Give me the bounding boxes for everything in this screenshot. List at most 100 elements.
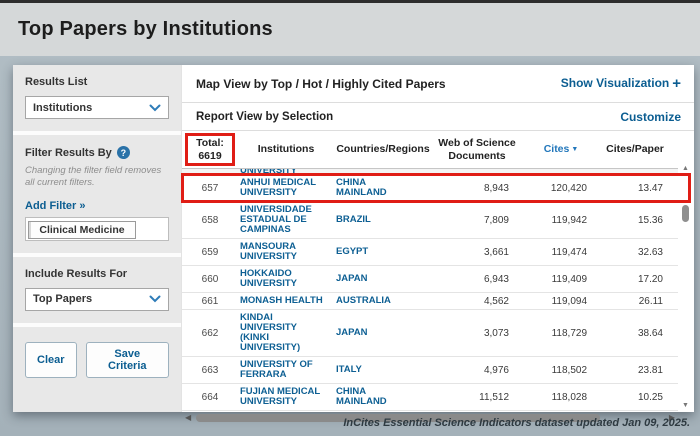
title-band: Top Papers by Institutions	[0, 3, 700, 56]
cites-cell: 119,409	[522, 274, 600, 285]
active-filter-chip[interactable]: Clinical Medicine	[28, 221, 136, 239]
plus-icon: +	[672, 75, 681, 92]
filter-field[interactable]: Clinical Medicine	[25, 217, 169, 241]
results-table: Total: 6619 Institutions Countries/Regio…	[182, 131, 694, 425]
cites-per-paper-cell: 38.64	[600, 328, 670, 339]
page-title: Top Papers by Institutions	[18, 18, 273, 41]
country-link[interactable]: JAPAN	[334, 327, 414, 339]
institution-link[interactable]: MANSOURA UNIVERSITY	[238, 241, 334, 263]
scroll-up-icon[interactable]: ▲	[682, 165, 689, 172]
cites-cell: 118,729	[522, 328, 600, 339]
table-row[interactable]: 658 UNIVERSIDADE ESTADUAL DE CAMPINAS BR…	[182, 202, 678, 239]
cites-cell: 118,502	[522, 365, 600, 376]
cites-per-paper-cell: 15.36	[600, 215, 670, 226]
cites-per-paper-cell: 13.47	[600, 183, 670, 194]
show-visualization-link[interactable]: Show Visualization+	[561, 75, 681, 92]
country-link[interactable]: CHINA MAINLAND	[334, 177, 414, 199]
col-header-documents: Web of Science Documents	[432, 137, 522, 162]
table-header-row: Total: 6619 Institutions Countries/Regio…	[182, 131, 678, 169]
clear-button[interactable]: Clear	[25, 342, 77, 378]
institution-link[interactable]: UNIVERSITY OF FERRARA	[238, 359, 334, 381]
sidebar: Results List Institutions Filter Results…	[13, 65, 181, 412]
country-link[interactable]: CHINA MAINLAND	[334, 386, 414, 408]
table-row[interactable]: 661 MONASH HEALTH AUSTRALIA 4,562 119,09…	[182, 293, 678, 310]
rank-cell: 659	[182, 247, 238, 258]
country-link[interactable]: AUSTRALIA	[334, 295, 414, 307]
documents-cell: 3,073	[432, 328, 522, 339]
help-icon[interactable]: ?	[117, 146, 130, 159]
table-row[interactable]: 659 MANSOURA UNIVERSITY EGYPT 3,661 119,…	[182, 239, 678, 266]
vertical-scrollbar: ▲ ▼	[680, 161, 692, 409]
institution-link[interactable]: FUJIAN MEDICAL UNIVERSITY	[238, 386, 334, 408]
cites-cell: 119,942	[522, 215, 600, 226]
filter-section-label: Filter Results By	[25, 147, 112, 159]
map-view-bar: Map View by Top / Hot / Highly Cited Pap…	[182, 65, 694, 103]
col-header-cites-sort[interactable]: Cites▼	[522, 143, 600, 156]
table-row[interactable]: 657 ANHUI MEDICAL UNIVERSITY CHINA MAINL…	[182, 175, 678, 202]
scroll-left-icon[interactable]: ◀	[185, 414, 191, 422]
institution-link[interactable]: ANHUI MEDICAL UNIVERSITY	[238, 177, 334, 199]
rank-cell: 663	[182, 365, 238, 376]
cites-cell: 120,420	[522, 183, 600, 194]
dataset-updated-note: InCites Essential Science Indicators dat…	[343, 417, 690, 429]
table-row[interactable]: 660 HOKKAIDO UNIVERSITY JAPAN 6,943 119,…	[182, 266, 678, 293]
cites-per-paper-cell: 23.81	[600, 365, 670, 376]
results-list-label: Results List	[25, 76, 169, 88]
save-criteria-button[interactable]: Save Criteria	[86, 342, 169, 378]
content-panel: Results List Institutions Filter Results…	[13, 65, 694, 412]
documents-cell: 3,661	[432, 247, 522, 258]
results-list-section: Results List Institutions	[13, 65, 181, 131]
include-results-section: Include Results For Top Papers	[13, 257, 181, 323]
cites-per-paper-cell: 26.11	[600, 296, 670, 307]
main-area: Map View by Top / Hot / Highly Cited Pap…	[181, 65, 694, 412]
cites-cell: 119,474	[522, 247, 600, 258]
country-link[interactable]: ITALY	[334, 364, 414, 376]
total-label: Total:	[188, 137, 232, 150]
table-row[interactable]: 663 UNIVERSITY OF FERRARA ITALY 4,976 11…	[182, 357, 678, 384]
chevron-down-icon	[149, 295, 161, 303]
total-count-annotated: Total: 6619	[185, 133, 235, 166]
cites-per-paper-cell: 32.63	[600, 247, 670, 258]
table-row[interactable]: 662 KINDAI UNIVERSITY (KINKI UNIVERSITY)…	[182, 310, 678, 357]
screen: Top Papers by Institutions Results List …	[0, 0, 700, 436]
report-view-bar: Report View by Selection Customize	[182, 103, 694, 131]
vertical-scroll-thumb[interactable]	[682, 205, 689, 222]
rank-cell: 657	[182, 183, 238, 194]
institution-link[interactable]: UNIVERSIDADE ESTADUAL DE CAMPINAS	[238, 204, 334, 236]
scroll-down-icon[interactable]: ▼	[682, 402, 689, 409]
add-filter-link[interactable]: Add Filter »	[25, 200, 86, 212]
institution-link[interactable]: HOKKAIDO UNIVERSITY	[238, 268, 334, 290]
rank-cell: 661	[182, 296, 238, 307]
col-header-cites-per-paper: Cites/Paper	[600, 143, 670, 156]
cites-cell: 118,028	[522, 392, 600, 403]
rank-cell: 658	[182, 215, 238, 226]
institution-link[interactable]: KINDAI UNIVERSITY (KINKI UNIVERSITY)	[238, 312, 334, 354]
cites-per-paper-cell: 17.20	[600, 274, 670, 285]
rank-cell: 662	[182, 328, 238, 339]
report-view-label: Report View by Selection	[196, 111, 333, 123]
include-results-label: Include Results For	[25, 268, 169, 280]
include-results-selected: Top Papers	[33, 293, 92, 305]
documents-cell: 7,809	[432, 215, 522, 226]
results-list-selected: Institutions	[33, 102, 92, 114]
documents-cell: 4,976	[432, 365, 522, 376]
table-body: 657 ANHUI MEDICAL UNIVERSITY CHINA MAINL…	[182, 175, 678, 411]
country-link[interactable]: JAPAN	[334, 273, 414, 285]
rank-cell: 664	[182, 392, 238, 403]
documents-cell: 11,512	[432, 392, 522, 403]
institution-link[interactable]: MONASH HEALTH	[238, 295, 334, 307]
filter-note: Changing the filter field removes all cu…	[25, 165, 169, 190]
chevron-down-icon	[149, 104, 161, 112]
col-header-countries: Countries/Regions	[334, 143, 432, 156]
documents-cell: 6,943	[432, 274, 522, 285]
documents-cell: 8,943	[432, 183, 522, 194]
country-link[interactable]: EGYPT	[334, 246, 414, 258]
customize-link[interactable]: Customize	[620, 110, 681, 124]
include-results-select[interactable]: Top Papers	[25, 288, 169, 311]
country-link[interactable]: BRAZIL	[334, 214, 414, 226]
results-list-select[interactable]: Institutions	[25, 96, 169, 119]
cites-per-paper-cell: 10.25	[600, 392, 670, 403]
filter-section: Filter Results By ? Changing the filter …	[13, 135, 181, 253]
documents-cell: 4,562	[432, 296, 522, 307]
table-row[interactable]: 664 FUJIAN MEDICAL UNIVERSITY CHINA MAIN…	[182, 384, 678, 411]
